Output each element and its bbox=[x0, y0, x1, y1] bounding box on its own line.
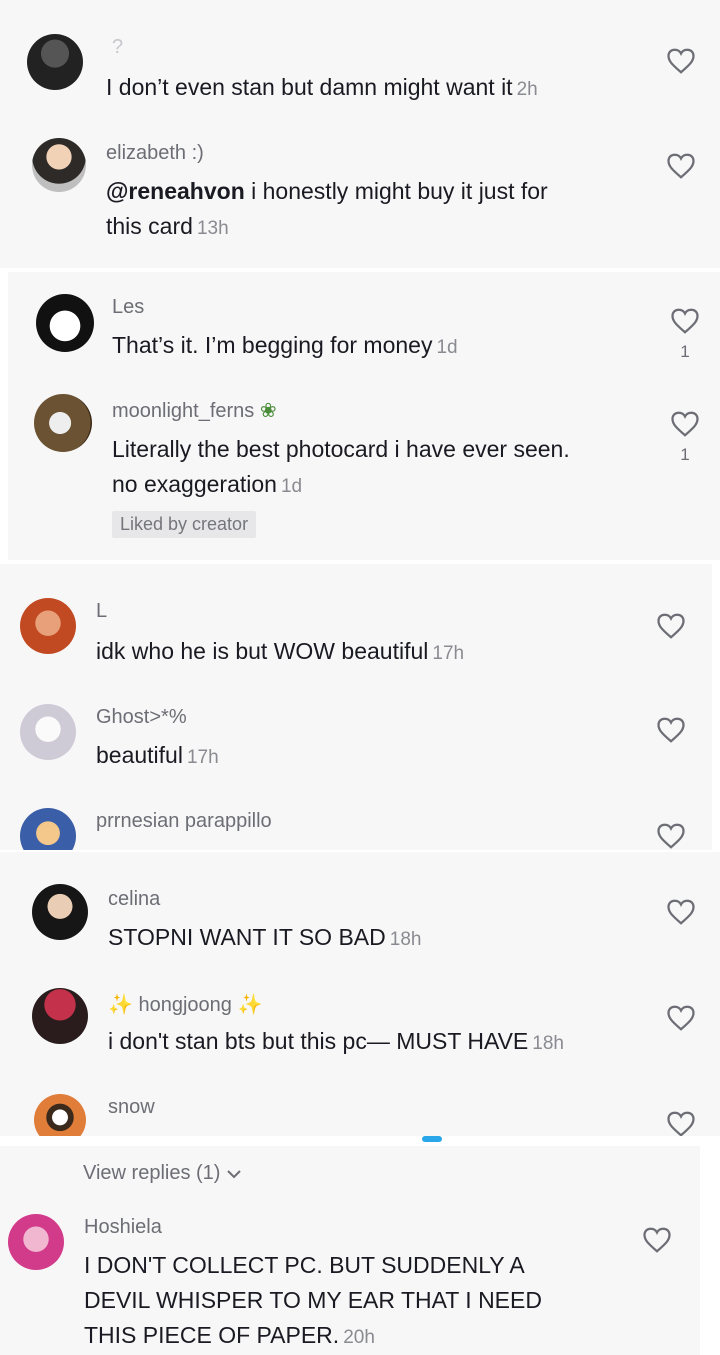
comment-text: That’s it. I’m begging for money 1d bbox=[112, 328, 458, 365]
comment-body: I don’t even stan but damn might want it bbox=[106, 74, 513, 100]
view-replies-label: View replies (1) bbox=[83, 1162, 221, 1184]
loading-indicator bbox=[422, 1136, 442, 1142]
comment-body: That’s it. I’m begging for money bbox=[112, 332, 433, 358]
avatar[interactable] bbox=[34, 1094, 86, 1136]
mention[interactable]: @reneahvon bbox=[106, 178, 245, 204]
like-heart-icon[interactable] bbox=[642, 1226, 672, 1254]
comment-time: 17h bbox=[186, 747, 219, 768]
comment-time: 13h bbox=[196, 218, 229, 239]
comment-time: 1d bbox=[436, 337, 458, 358]
comment-body: idk who he is but WOW beautiful bbox=[96, 638, 429, 664]
avatar[interactable] bbox=[20, 598, 76, 654]
like-count: 1 bbox=[680, 342, 690, 361]
comment-text: idk who he is but WOW beautiful 17h bbox=[96, 634, 464, 671]
comment-item: moonlight_ferns ❀ Literally the best pho… bbox=[8, 372, 720, 560]
avatar[interactable] bbox=[20, 808, 76, 850]
comment-body: STOPNI WANT IT SO BAD bbox=[108, 924, 386, 950]
like-heart-icon[interactable] bbox=[666, 47, 696, 75]
comment-time: 1d bbox=[280, 476, 303, 497]
avatar[interactable] bbox=[36, 294, 94, 352]
comment-username[interactable]: ? bbox=[112, 36, 123, 59]
avatar[interactable] bbox=[8, 1214, 64, 1270]
avatar[interactable] bbox=[27, 34, 83, 90]
comment-body: I DON'T COLLECT PC. BUT SUDDENLY A bbox=[84, 1252, 525, 1278]
comment-body: THIS PIECE OF PAPER. bbox=[84, 1322, 340, 1348]
like-count: 1 bbox=[680, 445, 690, 464]
comment-username[interactable]: elizabeth :) bbox=[106, 142, 204, 165]
comment-item: celina STOPNI WANT IT SO BAD 18h bbox=[0, 852, 720, 956]
comment-username[interactable]: Hoshiela bbox=[84, 1216, 162, 1239]
comments-panel-4: celina STOPNI WANT IT SO BAD 18h ✨ hongjo… bbox=[0, 852, 720, 1136]
like-heart-icon[interactable] bbox=[656, 822, 686, 850]
comment-username[interactable]: Les bbox=[112, 296, 144, 319]
like-heart-icon[interactable] bbox=[656, 612, 686, 640]
chevron-down-icon bbox=[227, 1170, 241, 1179]
comment-item: L idk who he is but WOW beautiful 17h bbox=[0, 564, 712, 668]
comment-item: ? I don’t even stan but damn might want … bbox=[0, 0, 720, 120]
comment-text: Literally the best photocard i have ever… bbox=[112, 432, 652, 504]
comment-body: this card bbox=[106, 213, 193, 239]
username-text: moonlight_ferns bbox=[112, 400, 255, 422]
avatar[interactable] bbox=[32, 138, 86, 192]
comment-username[interactable]: Ghost>*% bbox=[96, 706, 187, 729]
comment-username[interactable]: snow bbox=[108, 1096, 155, 1119]
sparkle-icon: ✨ bbox=[108, 994, 133, 1016]
avatar[interactable] bbox=[32, 884, 88, 940]
comment-body: Literally the best photocard i have ever… bbox=[112, 436, 570, 462]
like-heart-icon[interactable] bbox=[666, 152, 696, 180]
comment-text: @reneahvon i honestly might buy it just … bbox=[106, 174, 626, 246]
comment-time: 18h bbox=[532, 1033, 564, 1054]
comment-text: I don’t even stan but damn might want it… bbox=[106, 70, 538, 107]
comment-username[interactable]: celina bbox=[108, 888, 160, 911]
comment-item: snow bbox=[0, 1060, 720, 1136]
like-heart-icon[interactable] bbox=[670, 307, 700, 335]
comments-panel-5: View replies (1) Hoshiela I DON'T COLLEC… bbox=[0, 1146, 700, 1355]
comment-item: ✨ hongjoong ✨ i don't stan bts but this … bbox=[0, 956, 720, 1060]
view-replies-button[interactable]: View replies (1) bbox=[83, 1162, 242, 1185]
comment-text: i don't stan bts but this pc— MUST HAVE 1… bbox=[108, 1024, 564, 1061]
comment-username[interactable]: L bbox=[96, 600, 107, 623]
like-heart-icon[interactable] bbox=[666, 1110, 696, 1136]
comments-panel-3: L idk who he is but WOW beautiful 17h Gho… bbox=[0, 564, 712, 850]
comment-username[interactable]: ✨ hongjoong ✨ bbox=[108, 992, 262, 1017]
avatar[interactable] bbox=[34, 394, 92, 452]
avatar[interactable] bbox=[20, 704, 76, 760]
comment-item: Ghost>*% beautiful 17h bbox=[0, 668, 712, 772]
comment-text: beautiful 17h bbox=[96, 738, 219, 775]
avatar[interactable] bbox=[32, 988, 88, 1044]
username-text: hongjoong bbox=[138, 994, 232, 1016]
like-heart-icon[interactable] bbox=[656, 716, 686, 744]
comment-text: STOPNI WANT IT SO BAD 18h bbox=[108, 920, 421, 957]
like-heart-icon[interactable] bbox=[670, 410, 700, 438]
like-heart-icon[interactable] bbox=[666, 1004, 696, 1032]
comment-item: Les That’s it. I’m begging for money 1d 1 bbox=[8, 272, 720, 372]
comment-body: i honestly might buy it just for bbox=[244, 178, 548, 204]
comment-body: beautiful bbox=[96, 742, 183, 768]
comment-item: elizabeth :) @reneahvon i honestly might… bbox=[0, 120, 720, 268]
comment-time: 2h bbox=[516, 79, 538, 100]
comment-body: DEVIL WHISPER TO MY EAR THAT I NEED bbox=[84, 1287, 542, 1313]
comment-body: no exaggeration bbox=[112, 471, 277, 497]
comment-time: 17h bbox=[432, 643, 465, 664]
sparkle-icon: ✨ bbox=[237, 994, 263, 1016]
comment-item: Hoshiela I DON'T COLLECT PC. BUT SUDDENL… bbox=[0, 1202, 700, 1355]
liked-by-creator-badge: Liked by creator bbox=[112, 511, 257, 538]
comment-body: i don't stan bts but this pc— MUST HAVE bbox=[108, 1028, 529, 1054]
comment-time: 18h bbox=[389, 929, 422, 950]
comment-username[interactable]: moonlight_ferns ❀ bbox=[112, 398, 277, 423]
comment-time: 20h bbox=[343, 1327, 375, 1348]
leaf-icon: ❀ bbox=[259, 400, 277, 422]
comment-text: I DON'T COLLECT PC. BUT SUDDENLY A DEVIL… bbox=[84, 1248, 604, 1355]
comments-panel-1: ? I don’t even stan but damn might want … bbox=[0, 0, 720, 268]
comment-item: prrnesian parappillo bbox=[0, 772, 712, 850]
like-heart-icon[interactable] bbox=[666, 898, 696, 926]
comments-panel-2: Les That’s it. I’m begging for money 1d 1… bbox=[8, 272, 720, 560]
comment-username[interactable]: prrnesian parappillo bbox=[96, 810, 272, 833]
